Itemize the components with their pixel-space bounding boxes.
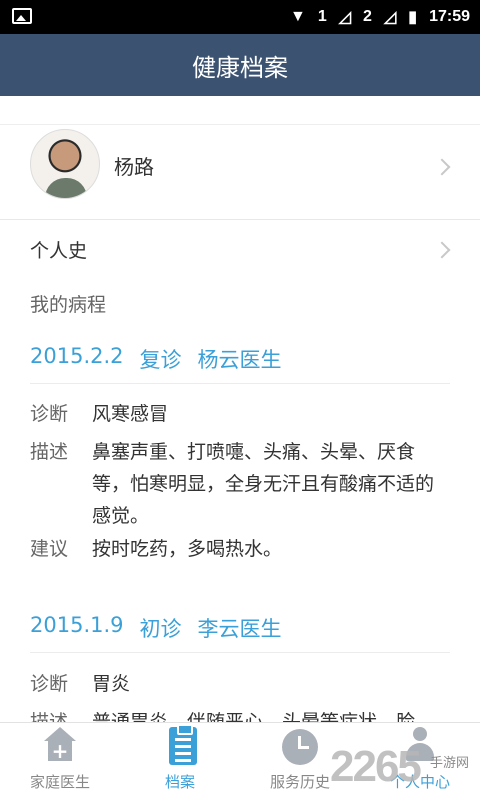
- diagnosis-label: 诊断: [30, 673, 69, 695]
- tab-label: 服务历史: [269, 773, 330, 791]
- divider: [30, 652, 450, 653]
- diagnosis-value: 风寒感冒: [92, 403, 169, 425]
- my-course-heading: 我的病程: [30, 294, 107, 316]
- status-icons: ▼ 1 ◿ 2 ◿ ▮ 17:59: [290, 0, 470, 34]
- description-field: 描述 鼻塞声重、打喷嚏、头痛、头晕、厌食等，怕寒明显，全身无汗且有酸痛不适的感觉…: [30, 436, 450, 532]
- health-record-content[interactable]: 杨路 个人史 我的病程 2015.2.2 复诊 杨云医生 诊断 风寒感冒 描述 …: [0, 96, 480, 722]
- visit-header[interactable]: 2015.2.2 复诊 杨云医生: [30, 344, 282, 374]
- visit-type: 复诊: [139, 348, 182, 372]
- bottom-tab-bar: 家庭医生 档案 服务历史 个人中心: [0, 722, 480, 800]
- tab-records[interactable]: 档案: [120, 723, 240, 800]
- status-bar: ▼ 1 ◿ 2 ◿ ▮ 17:59: [0, 0, 480, 34]
- description-value: 普通胃炎，伴随恶心、头晕等症状，脸: [92, 711, 416, 722]
- description-label: 描述: [30, 441, 69, 463]
- description-field: 描述 普通胃炎，伴随恶心、头晕等症状，脸: [30, 706, 450, 722]
- visit-date: 2015.1.9: [30, 613, 124, 637]
- clipboard-icon: [169, 724, 197, 765]
- advice-field: 建议 按时吃药，多喝热水。: [30, 533, 450, 565]
- divider: [30, 383, 450, 384]
- status-time: 17:59: [429, 8, 470, 25]
- diagnosis-field: 诊断 胃炎: [30, 668, 450, 700]
- tab-label: 家庭医生: [29, 773, 90, 791]
- battery-icon: ▮: [408, 9, 418, 26]
- profile-row[interactable]: 杨路: [0, 124, 480, 220]
- tab-label: 档案: [164, 773, 195, 791]
- description-label: 描述: [30, 711, 69, 722]
- sim2-signal-icon: ◿: [383, 9, 397, 26]
- personal-history-row[interactable]: 个人史: [0, 220, 480, 278]
- page-title: 健康档案: [192, 53, 288, 82]
- clock-icon: [282, 729, 318, 765]
- tab-family-doctor[interactable]: 家庭医生: [0, 723, 120, 800]
- tab-personal-center[interactable]: 个人中心: [360, 723, 480, 800]
- advice-label: 建议: [30, 538, 69, 560]
- app-header: 健康档案: [0, 34, 480, 96]
- gallery-notification-icon: [12, 8, 32, 24]
- visit-header[interactable]: 2015.1.9 初诊 李云医生: [30, 613, 282, 643]
- chevron-right-icon: [433, 158, 451, 176]
- wifi-icon: ▼: [289, 8, 306, 25]
- sim2-label: 2: [363, 8, 372, 25]
- visit-date: 2015.2.2: [30, 344, 124, 368]
- sim1-label: 1: [317, 8, 327, 25]
- home-plus-icon: [40, 725, 80, 765]
- tab-label: 个人中心: [389, 773, 450, 791]
- diagnosis-value: 胃炎: [92, 673, 131, 695]
- profile-name: 杨路: [114, 155, 154, 179]
- description-value: 鼻塞声重、打喷嚏、头痛、头晕、厌食等，怕寒明显，全身无汗且有酸痛不适的感觉。: [92, 441, 435, 527]
- tab-service-history[interactable]: 服务历史: [240, 723, 360, 800]
- person-icon: [400, 725, 440, 765]
- diagnosis-field: 诊断 风寒感冒: [30, 398, 450, 430]
- visit-doctor: 杨云医生: [197, 348, 282, 372]
- advice-value: 按时吃药，多喝热水。: [92, 538, 283, 560]
- visit-type: 初诊: [139, 617, 182, 641]
- sim1-signal-icon: ◿: [338, 9, 352, 26]
- avatar: [30, 129, 100, 199]
- personal-history-label: 个人史: [30, 240, 88, 262]
- chevron-right-icon: [433, 241, 451, 259]
- diagnosis-label: 诊断: [30, 403, 69, 425]
- visit-doctor: 李云医生: [197, 617, 282, 641]
